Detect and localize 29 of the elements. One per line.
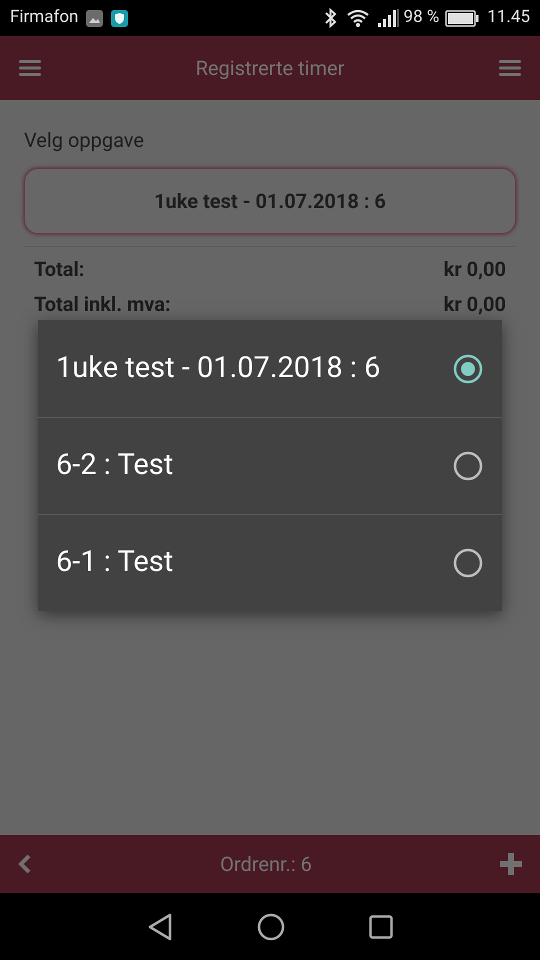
home-nav-icon[interactable]	[257, 912, 285, 940]
battery-percent: 98 %	[404, 6, 440, 30]
dialog-option[interactable]: 1uke test - 01.07.2018 : 6	[38, 320, 502, 417]
radio-button[interactable]	[452, 352, 484, 384]
total-label: Total:	[34, 256, 84, 282]
field-label: Velg oppgave	[24, 127, 145, 154]
bluetooth-icon	[324, 8, 338, 28]
total-value: kr 0,00	[444, 256, 506, 282]
shield-notification-icon	[111, 10, 128, 26]
dialog-option[interactable]: 6-2 : Test	[38, 417, 502, 514]
back-chevron-icon[interactable]	[18, 854, 32, 874]
menu-icon[interactable]	[18, 59, 42, 77]
total-label: Total inkl. mva:	[34, 290, 171, 318]
radio-button[interactable]	[452, 547, 484, 579]
overflow-menu-icon[interactable]	[498, 59, 522, 77]
dialog-option[interactable]: 6-1 : Test	[38, 514, 502, 611]
total-value: kr 0,00	[444, 290, 506, 318]
plus-icon[interactable]	[500, 853, 522, 875]
signal-icon	[378, 9, 400, 27]
app-title: Registrerte timer	[194, 55, 346, 82]
wifi-icon	[346, 9, 370, 27]
back-nav-icon[interactable]	[147, 912, 173, 940]
order-number: Ordrenr.: 6	[219, 851, 313, 878]
battery-icon	[445, 10, 480, 26]
carrier-name: Firmafon	[10, 6, 78, 30]
radio-button[interactable]	[452, 450, 484, 482]
image-notification-icon	[86, 10, 104, 26]
clock-time: 11.45	[487, 6, 530, 30]
recents-nav-icon[interactable]	[369, 914, 393, 938]
